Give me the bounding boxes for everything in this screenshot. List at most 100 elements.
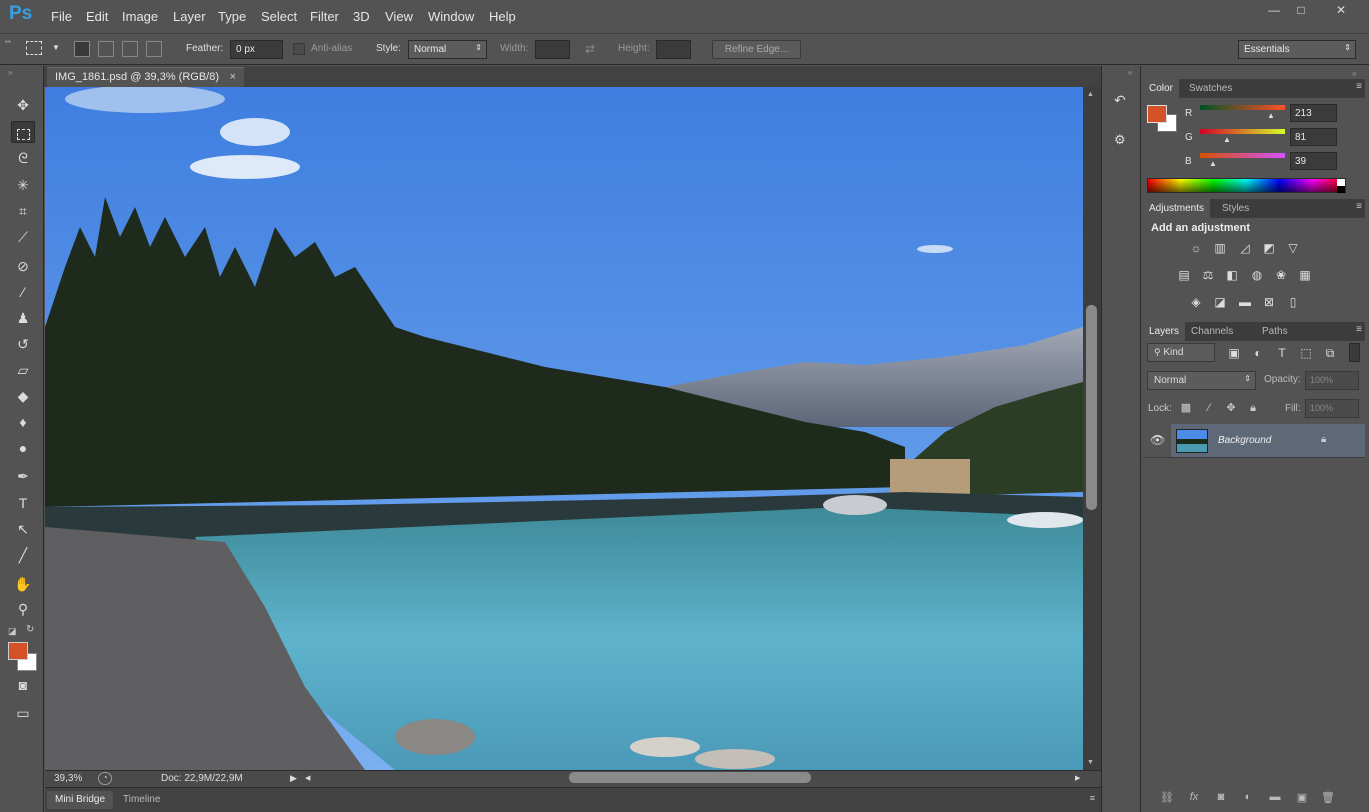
filter-adjustment-layer-icon[interactable]: ◐ (1250, 346, 1266, 360)
blue-value-input[interactable]: 39 (1290, 152, 1337, 170)
threshold-icon[interactable]: ▬ (1237, 295, 1253, 309)
minimize-button[interactable]: — (1260, 1, 1288, 19)
path-selection-tool-icon[interactable]: ↖ (11, 518, 35, 540)
new-selection-icon[interactable] (74, 41, 90, 57)
new-layer-icon[interactable]: ▣ (1294, 791, 1310, 805)
scroll-down-arrow-icon[interactable]: ▼ (1087, 759, 1094, 766)
collapse-tools-icon[interactable]: » (8, 68, 12, 77)
tab-swatches[interactable]: Swatches (1183, 79, 1238, 98)
vibrance-icon[interactable]: ▽ (1285, 241, 1301, 255)
blend-mode-select[interactable]: Normal ⇕ (1147, 371, 1256, 390)
filter-pixel-layer-icon[interactable]: ▣ (1226, 346, 1242, 360)
filter-smart-object-icon[interactable]: ⧉ (1322, 346, 1338, 360)
invert-icon[interactable]: ◈ (1188, 295, 1204, 309)
default-colors-icon[interactable]: ◪ (8, 626, 17, 637)
document-canvas[interactable] (45, 87, 1083, 770)
filter-toggle-switch[interactable] (1349, 343, 1360, 362)
maximize-button[interactable]: □ (1287, 1, 1315, 19)
clone-stamp-tool-icon[interactable]: ♟ (11, 307, 35, 329)
style-select[interactable]: Normal ⇕ (408, 40, 487, 59)
lock-position-icon[interactable]: ✥ (1225, 402, 1237, 414)
status-menu-arrow-icon[interactable]: ▶ (290, 773, 297, 784)
filter-shape-layer-icon[interactable]: ⬚ (1298, 346, 1314, 360)
photo-filter-icon[interactable]: ◍ (1249, 268, 1265, 282)
menu-edit[interactable]: Edit (86, 9, 108, 24)
new-group-icon[interactable]: ▬ (1267, 791, 1283, 805)
menu-file[interactable]: File (51, 9, 72, 24)
menu-help[interactable]: Help (489, 9, 516, 24)
properties-panel-icon[interactable]: ⚙ (1114, 132, 1126, 148)
close-window-button[interactable]: ✕ (1321, 1, 1361, 19)
green-slider-thumb-icon[interactable]: ▲ (1223, 135, 1231, 144)
add-mask-icon[interactable]: ◙ (1213, 791, 1229, 805)
eye-icon[interactable]: 👁︎ (1150, 433, 1165, 447)
green-value-input[interactable]: 81 (1290, 128, 1337, 146)
workspace-select[interactable]: Essentials ⇕ (1238, 40, 1356, 59)
scroll-left-arrow-icon[interactable]: ◀ (305, 774, 310, 782)
filter-type-layer-icon[interactable]: T (1274, 346, 1290, 360)
hand-tool-icon[interactable]: ✋ (11, 573, 35, 595)
close-document-icon[interactable]: × (230, 71, 236, 83)
eraser-tool-icon[interactable]: ▱ (11, 359, 35, 381)
tab-layers[interactable]: Layers (1143, 322, 1186, 341)
layer-row[interactable]: 👁︎ Background 🔒︎ (1143, 424, 1365, 458)
black-white-icon[interactable]: ◧ (1224, 268, 1240, 282)
swap-width-height-icon[interactable]: ⇄ (585, 42, 595, 56)
rectangular-marquee-tool-icon[interactable] (11, 121, 35, 143)
brightness-contrast-icon[interactable]: ☼ (1188, 241, 1204, 255)
brush-tool-icon[interactable]: ∕ (11, 281, 35, 303)
color-panel-foreground-swatch[interactable] (1147, 105, 1167, 123)
red-value-input[interactable]: 213 (1290, 104, 1337, 122)
red-slider-thumb-icon[interactable]: ▲ (1267, 111, 1275, 120)
color-balance-icon[interactable]: ⚖ (1200, 268, 1216, 282)
swap-colors-icon[interactable]: ↻ (26, 624, 34, 635)
tab-timeline[interactable]: Timeline (115, 791, 168, 809)
eyedropper-tool-icon[interactable]: ⟋ (11, 226, 35, 248)
panel-menu-icon[interactable]: ≡ (1356, 81, 1362, 92)
menu-filter[interactable]: Filter (310, 9, 339, 24)
tab-styles[interactable]: Styles (1216, 199, 1255, 218)
width-input[interactable] (535, 40, 570, 59)
preset-dropdown-arrow-icon[interactable]: ▼ (52, 43, 60, 52)
scroll-up-arrow-icon[interactable]: ▲ (1087, 91, 1094, 98)
type-tool-icon[interactable]: T (11, 492, 35, 514)
tab-channels[interactable]: Channels (1185, 322, 1239, 341)
tab-adjustments[interactable]: Adjustments (1143, 199, 1211, 218)
layer-style-fx-icon[interactable]: fx (1186, 791, 1202, 805)
refine-edge-button[interactable]: Refine Edge... (712, 40, 801, 59)
magic-wand-tool-icon[interactable]: ✳ (11, 174, 35, 196)
height-input[interactable] (656, 40, 691, 59)
blue-slider-thumb-icon[interactable]: ▲ (1209, 159, 1217, 168)
menu-view[interactable]: View (385, 9, 413, 24)
intersect-selection-icon[interactable] (146, 41, 162, 57)
lock-all-icon[interactable]: 🔒︎ (1247, 402, 1259, 414)
tab-paths[interactable]: Paths (1256, 322, 1294, 341)
lock-transparent-pixels-icon[interactable]: ▩ (1180, 402, 1192, 414)
collapse-dock-icon[interactable]: « (1128, 68, 1132, 77)
link-layers-icon[interactable]: ⛓ (1159, 791, 1175, 805)
fill-input[interactable]: 100% (1305, 399, 1359, 418)
hue-saturation-icon[interactable]: ▤ (1176, 268, 1192, 282)
panel-menu-icon[interactable]: ≡ (1356, 201, 1362, 212)
channel-mixer-icon[interactable]: ❀ (1273, 268, 1289, 282)
color-spectrum-ramp[interactable] (1147, 178, 1346, 193)
gradient-map-icon[interactable]: ▯ (1285, 295, 1301, 309)
blur-tool-icon[interactable]: ♦ (11, 411, 35, 433)
feather-input[interactable]: 0 px (230, 40, 283, 59)
menu-image[interactable]: Image (122, 9, 158, 24)
quick-mask-icon[interactable]: ◙ (11, 674, 35, 696)
layer-filter-kind-select[interactable]: ⚲ Kind (1147, 343, 1215, 362)
collapse-right-panels-icon[interactable]: » (1352, 69, 1356, 78)
status-info-icon[interactable]: ◔ (98, 772, 112, 785)
crop-tool-icon[interactable]: ⌗ (11, 200, 35, 222)
lock-image-pixels-icon[interactable]: ∕ (1203, 402, 1215, 414)
blue-slider[interactable] (1200, 153, 1285, 158)
tab-color[interactable]: Color (1143, 79, 1179, 98)
layer-name[interactable]: Background (1218, 435, 1271, 446)
tab-mini-bridge[interactable]: Mini Bridge (47, 791, 114, 809)
posterize-icon[interactable]: ◪ (1212, 295, 1228, 309)
levels-icon[interactable]: ▥ (1212, 241, 1228, 255)
menu-3d[interactable]: 3D (353, 9, 370, 24)
opacity-input[interactable]: 100% (1305, 371, 1359, 390)
menu-type[interactable]: Type (218, 9, 246, 24)
